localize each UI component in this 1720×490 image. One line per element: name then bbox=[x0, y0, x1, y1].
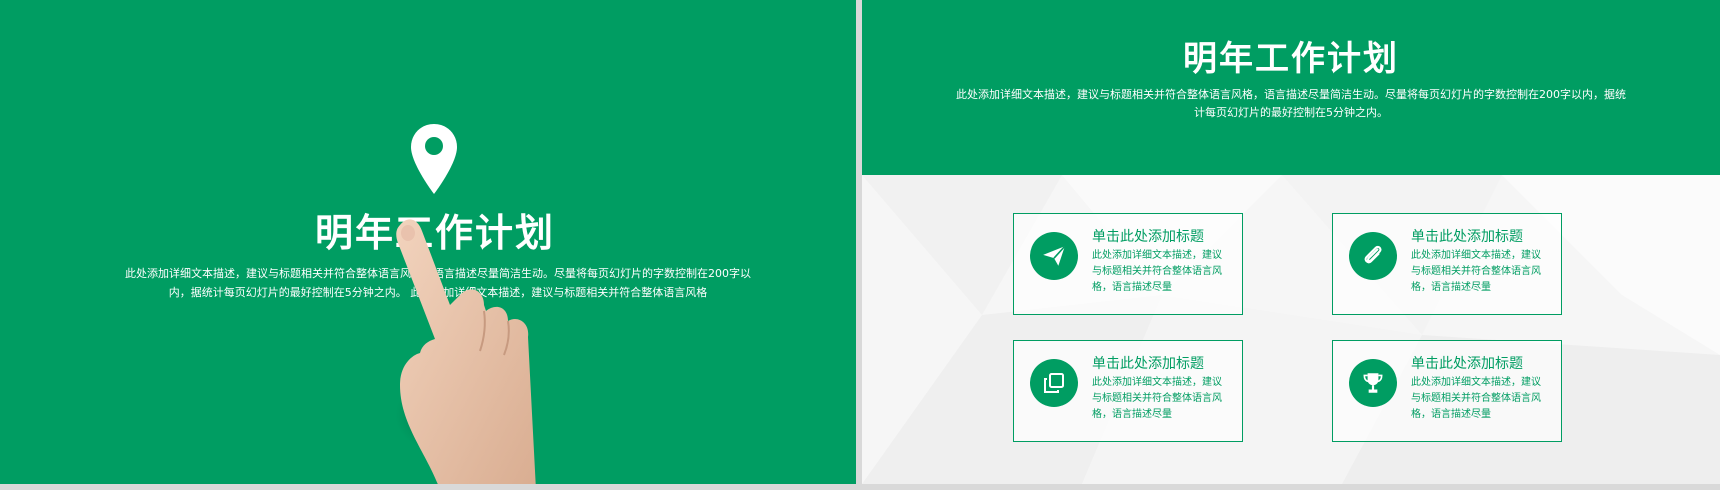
card-text: 此处添加详细文本描述，建议与标题相关并符合整体语言风格，语言描述尽量 bbox=[1411, 250, 1541, 293]
card-title: 单击此处添加标题 bbox=[1092, 356, 1204, 372]
copy-icon bbox=[1044, 373, 1064, 393]
trophy-icon bbox=[1363, 373, 1383, 393]
card-title: 单击此处添加标题 bbox=[1411, 356, 1523, 372]
paper-plane-icon bbox=[1043, 245, 1066, 266]
feature-card[interactable]: 单击此处添加标题 此处添加详细文本描述，建议与标题相关并符合整体语言风格，语言描… bbox=[1013, 340, 1243, 442]
slide-thumbnail-left[interactable]: 明年工作计划 此处添加详细文本描述，建议与标题相关并符合整体语言风格，语言描述尽… bbox=[0, 0, 856, 484]
slide-thumbnail-right[interactable]: 明年工作计划 此处添加详细文本描述，建议与标题相关并符合整体语言风格，语言描述尽… bbox=[862, 0, 1720, 484]
feature-card[interactable]: 单击此处添加标题 此处添加详细文本描述，建议与标题相关并符合整体语言风格，语言描… bbox=[1332, 340, 1562, 442]
card-text: 此处添加详细文本描述，建议与标题相关并符合整体语言风格，语言描述尽量 bbox=[1411, 377, 1541, 420]
card-text: 此处添加详细文本描述，建议与标题相关并符合整体语言风格，语言描述尽量 bbox=[1092, 250, 1222, 293]
feature-card[interactable]: 单击此处添加标题 此处添加详细文本描述，建议与标题相关并符合整体语言风格，语言描… bbox=[1332, 213, 1562, 315]
pointing-hand-image bbox=[395, 219, 536, 484]
card-text: 此处添加详细文本描述，建议与标题相关并符合整体语言风格，语言描述尽量 bbox=[1092, 377, 1222, 420]
card-title: 单击此处添加标题 bbox=[1092, 229, 1204, 245]
card-title: 单击此处添加标题 bbox=[1411, 229, 1523, 245]
slide-title: 明年工作计划 bbox=[1183, 39, 1399, 79]
feature-icon-circle bbox=[1349, 359, 1397, 407]
location-pin-icon bbox=[411, 124, 457, 194]
low-poly-background bbox=[862, 175, 1720, 484]
feature-icon-circle bbox=[1030, 232, 1078, 280]
feature-card[interactable]: 单击此处添加标题 此处添加详细文本描述，建议与标题相关并符合整体语言风格，语言描… bbox=[1013, 213, 1243, 315]
feature-icon-circle bbox=[1349, 232, 1397, 280]
paperclip-icon bbox=[1364, 245, 1382, 264]
feature-icon-circle bbox=[1030, 359, 1078, 407]
slide-description: 此处添加详细文本描述，建议与标题相关并符合整体语言风格，语言描述尽量简洁生动。尽… bbox=[956, 88, 1626, 119]
